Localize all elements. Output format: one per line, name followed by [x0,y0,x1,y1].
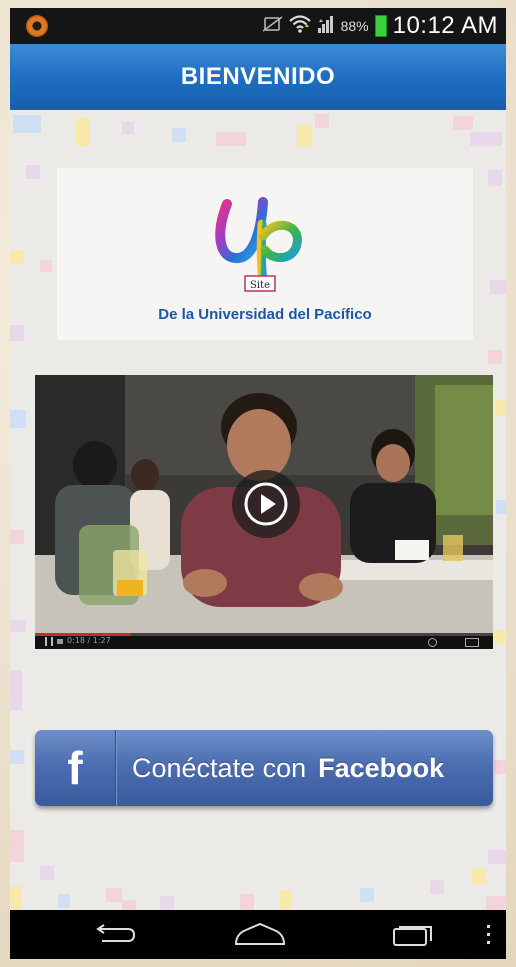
clock: 10:12 AM [392,12,498,39]
back-button[interactable] [84,920,144,950]
up-logo-icon: Site [215,197,302,292]
facebook-icon-box: f [35,730,116,806]
pause-icon[interactable] [45,637,53,646]
logo-caption: De la Universidad del Pacífico [158,306,372,323]
facebook-connect-button[interactable]: f Conéctate con Facebook [35,730,493,806]
video-time: 0:18 / 1:27 [67,636,111,645]
fullscreen-icon[interactable] [465,638,479,647]
facebook-label-prefix: Conéctate con [132,752,307,783]
video-controls-bar: 0:18 / 1:27 [35,633,493,649]
home-button[interactable] [230,920,290,950]
back-icon [96,924,136,942]
wifi-icon [288,14,311,39]
video-player[interactable]: 0:18 / 1:27 [35,375,493,649]
recent-apps-icon [393,926,432,946]
navigation-bar [10,910,506,959]
home-icon [234,922,286,945]
facebook-button-label: Conéctate con Facebook [132,730,444,806]
no-sim-icon [262,15,283,37]
battery-percent: 88% [340,18,369,34]
signal-icon [317,14,335,39]
status-bar: 88% 10:12 AM [10,8,506,44]
logo-badge-text: Site [250,280,270,291]
menu-button[interactable] [474,920,504,950]
phone-screen: 88% 10:12 AM BIENVENIDO Site De la Unive… [10,8,506,959]
page-title: BIENVENIDO [180,63,336,90]
play-button[interactable] [232,470,300,538]
battery-icon [374,15,387,37]
status-icons: 88% 10:12 AM [262,12,498,40]
app-notification-icon [26,15,48,37]
up-site-logo-card: Site De la Universidad del Pacífico [57,168,473,340]
facebook-f-icon: f [67,742,83,794]
title-bar: BIENVENIDO [10,44,506,110]
content-area: Site De la Universidad del Pacífico 0:18… [10,110,506,910]
settings-icon[interactable] [428,638,437,647]
facebook-label-brand: Facebook [318,752,445,783]
play-icon [244,482,288,526]
menu-icon [487,925,490,944]
recent-apps-button[interactable] [384,920,444,950]
volume-icon[interactable] [57,639,63,644]
